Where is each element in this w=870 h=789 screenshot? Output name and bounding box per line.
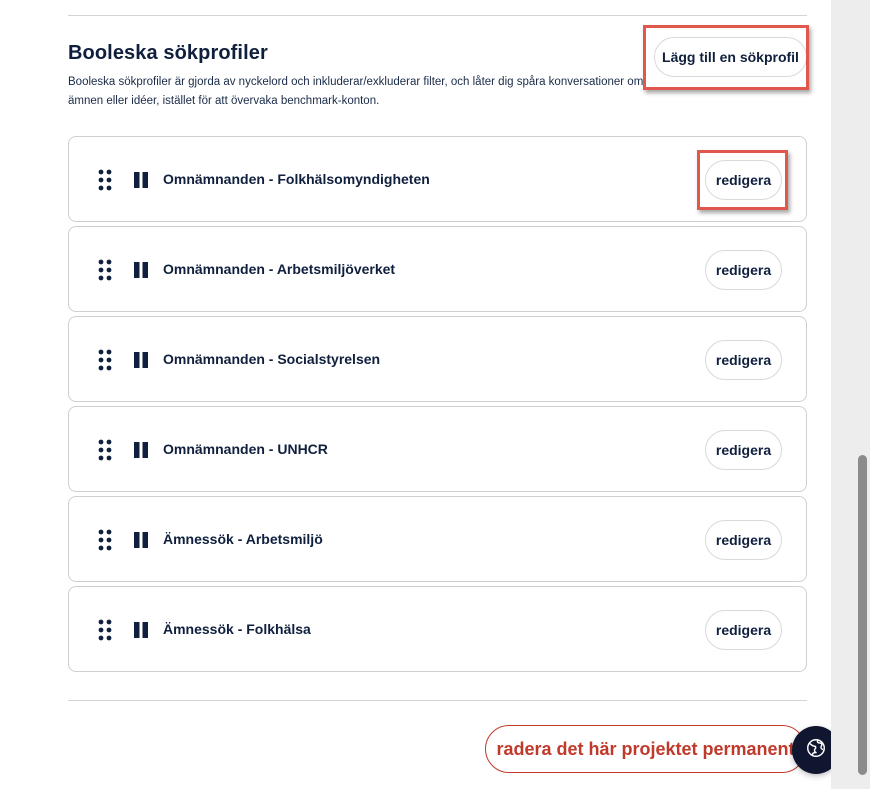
edit-button[interactable]: redigera [705, 250, 782, 290]
profile-name: Omnämnanden - Arbetsmiljöverket [163, 261, 396, 277]
drag-handle-icon[interactable] [97, 349, 113, 371]
add-search-profile-button[interactable]: Lägg till en sökprofil [654, 37, 807, 77]
bottom-divider [68, 700, 807, 701]
pause-icon[interactable] [133, 172, 149, 188]
drag-handle-icon[interactable] [97, 259, 113, 281]
page: Booleska sökprofiler Booleska sökprofile… [0, 0, 870, 789]
pause-icon[interactable] [133, 622, 149, 638]
edit-button[interactable]: redigera [705, 610, 782, 650]
profile-list: Omnämnanden - Folkhälsomyndigheten redig… [68, 136, 807, 676]
globe-icon [805, 737, 827, 764]
section-description: Booleska sökprofiler är gjorda av nyckel… [68, 76, 644, 107]
pause-icon[interactable] [133, 262, 149, 278]
section-title: Booleska sökprofiler [68, 42, 268, 64]
profile-card: Omnämnanden - Folkhälsomyndigheten redig… [68, 136, 807, 222]
drag-handle-icon[interactable] [97, 169, 113, 191]
profile-card: Omnämnanden - UNHCR redigera [68, 406, 807, 492]
pause-icon[interactable] [133, 532, 149, 548]
edit-button[interactable]: redigera [705, 340, 782, 380]
profile-name: Omnämnanden - Socialstyrelsen [163, 351, 381, 367]
pause-icon[interactable] [133, 352, 149, 368]
profile-card: Omnämnanden - Socialstyrelsen redigera [68, 316, 807, 402]
delete-project-button[interactable]: radera det här projektet permanent [485, 725, 806, 773]
profile-name: Ämnessök - Arbetsmiljö [163, 531, 323, 547]
pause-icon[interactable] [133, 442, 149, 458]
profile-card: Omnämnanden - Arbetsmiljöverket redigera [68, 226, 807, 312]
drag-handle-icon[interactable] [97, 619, 113, 641]
scrollbar-thumb[interactable] [858, 455, 867, 775]
drag-handle-icon[interactable] [97, 529, 113, 551]
top-divider [68, 15, 807, 16]
edit-button[interactable]: redigera [705, 160, 782, 200]
drag-handle-icon[interactable] [97, 439, 113, 461]
profile-card: Ämnessök - Folkhälsa redigera [68, 586, 807, 672]
profile-name: Ämnessök - Folkhälsa [163, 621, 311, 637]
profile-name: Omnämnanden - UNHCR [163, 441, 328, 457]
profile-card: Ämnessök - Arbetsmiljö redigera [68, 496, 807, 582]
profile-name: Omnämnanden - Folkhälsomyndigheten [163, 171, 430, 187]
edit-button[interactable]: redigera [705, 430, 782, 470]
edit-button[interactable]: redigera [705, 520, 782, 560]
